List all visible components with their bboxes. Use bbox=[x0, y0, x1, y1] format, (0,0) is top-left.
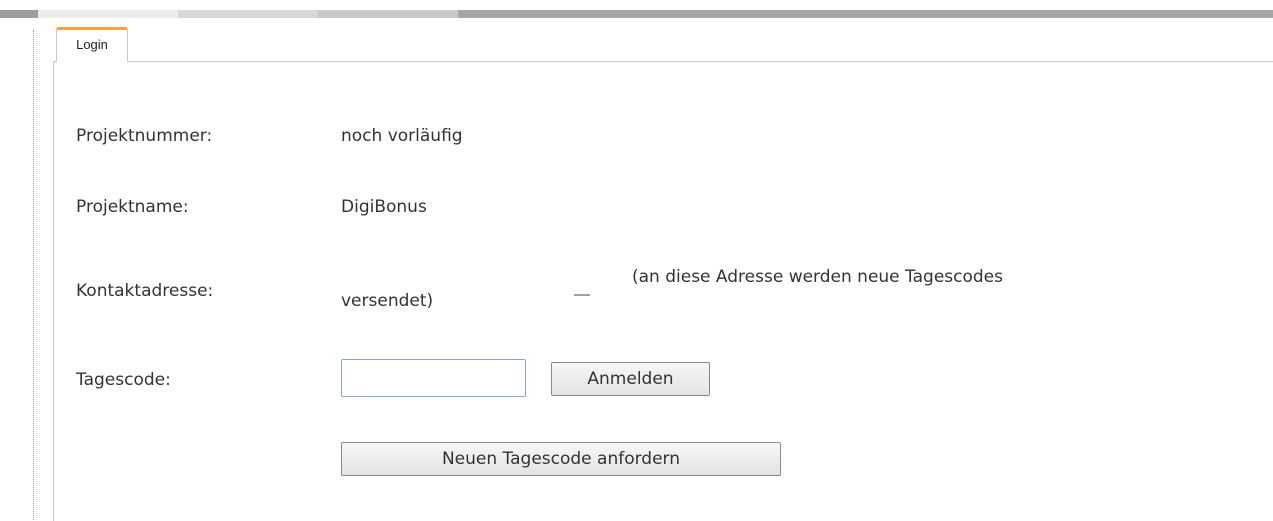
day-code-input[interactable] bbox=[341, 359, 526, 397]
day-code-label: Tagescode: bbox=[76, 370, 171, 390]
project-name-label: Projektname: bbox=[76, 197, 189, 217]
project-name-value: DigiBonus bbox=[341, 197, 427, 217]
top-progress-bar bbox=[0, 10, 1273, 18]
login-button[interactable]: Anmelden bbox=[551, 362, 710, 396]
request-new-code-button[interactable]: Neuen Tagescode anfordern bbox=[341, 442, 781, 476]
contact-note-line2: versendet) bbox=[341, 291, 434, 311]
top-bar-segment bbox=[178, 10, 318, 18]
top-bar-segment bbox=[318, 10, 458, 18]
project-number-label: Projektnummer: bbox=[76, 126, 213, 146]
project-number-value: noch vorläufig bbox=[341, 126, 463, 146]
contact-address-redacted bbox=[574, 294, 590, 296]
top-bar-segment bbox=[458, 10, 1273, 18]
contact-note-line1: (an diese Adresse werden neue Tagescodes bbox=[632, 267, 1003, 287]
left-dotted-divider bbox=[33, 30, 34, 520]
tab-login[interactable]: Login bbox=[56, 27, 128, 62]
contact-address-label: Kontaktadresse: bbox=[76, 281, 214, 301]
top-bar-segment bbox=[0, 10, 38, 18]
top-bar-segment bbox=[38, 10, 178, 18]
